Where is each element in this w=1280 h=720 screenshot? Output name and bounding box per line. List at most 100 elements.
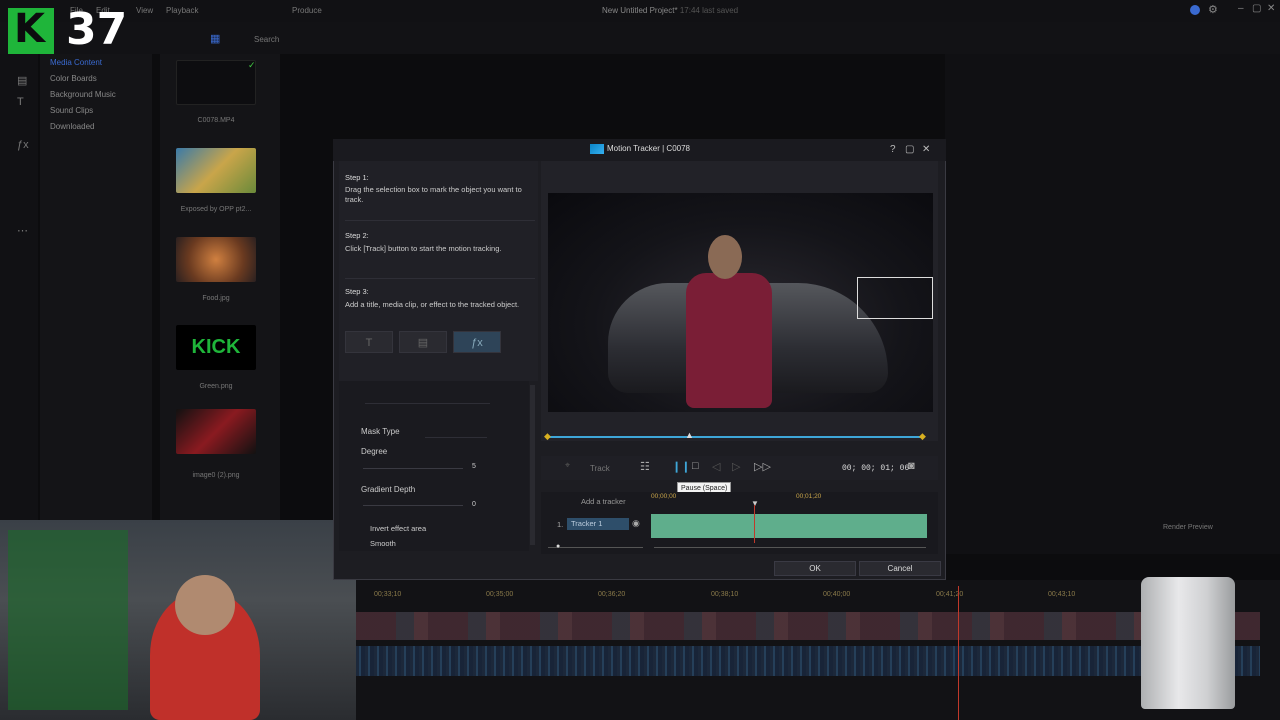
- media-thumb-exposed[interactable]: [176, 148, 256, 193]
- webcam-overlay: [0, 520, 356, 720]
- app-logo-icon: [590, 144, 604, 154]
- tracker-index: 1.: [557, 520, 564, 529]
- library-media-content[interactable]: Media Content: [50, 58, 102, 67]
- library-color-boards[interactable]: Color Boards: [50, 74, 97, 83]
- mark-out-handle[interactable]: ◆: [919, 431, 926, 442]
- pause-button[interactable]: ❙❙: [672, 460, 690, 473]
- zoom-slider[interactable]: [548, 547, 643, 548]
- snapshot-icon[interactable]: ◙: [908, 460, 915, 472]
- grid-view-icon[interactable]: ▦: [210, 32, 220, 45]
- effect-properties: [339, 381, 529, 551]
- timeline-mark: 00;38;10: [711, 591, 739, 598]
- media-label-exposed: Exposed by OPP pt2...: [180, 206, 252, 213]
- ruler-start: 00;00;00: [651, 493, 677, 500]
- timecode-display: 00; 00; 01; 06: [842, 464, 910, 473]
- menu-produce[interactable]: Produce: [292, 6, 322, 15]
- person-head: [708, 235, 742, 279]
- search-label[interactable]: Search: [254, 35, 279, 44]
- mask-type-dropdown[interactable]: [425, 427, 487, 438]
- timeline-mark: 00;35;00: [486, 591, 514, 598]
- degree-slider[interactable]: [363, 468, 463, 469]
- track-button[interactable]: Track: [590, 464, 610, 473]
- degree-label: Degree: [361, 447, 388, 456]
- zoom-slider-handle[interactable]: ●: [556, 543, 560, 550]
- media-thumb-green[interactable]: KICK: [176, 325, 256, 370]
- step3-title: Step 3:: [345, 287, 369, 296]
- tracker-name[interactable]: Tracker 1: [567, 518, 629, 530]
- library-sound-clips[interactable]: Sound Clips: [50, 106, 93, 115]
- close-icon[interactable]: ✕: [1267, 3, 1275, 14]
- library-background-music[interactable]: Background Music: [50, 90, 116, 99]
- cancel-button[interactable]: Cancel: [859, 561, 941, 576]
- effect-dropdown[interactable]: [365, 392, 490, 404]
- maximize-icon[interactable]: ▢: [1252, 3, 1261, 14]
- room-sidebar: ▤ T ƒx ⋯: [0, 54, 38, 520]
- ruler-mid: 00;01;20: [796, 493, 822, 500]
- tracker-settings-icon[interactable]: ☷: [640, 460, 650, 473]
- settings-icon[interactable]: ⚙: [1208, 3, 1218, 16]
- timeline-playhead[interactable]: [958, 586, 959, 720]
- add-tracker-button[interactable]: Add a tracker: [581, 497, 626, 506]
- position-marker[interactable]: ▲: [685, 430, 694, 440]
- gradient-depth-slider[interactable]: [363, 505, 463, 506]
- media-label-c0078: C0078.MP4: [197, 117, 235, 124]
- menu-playback[interactable]: Playback: [166, 6, 198, 15]
- properties-scrollbar[interactable]: [530, 385, 535, 545]
- previous-frame-button[interactable]: ◁: [712, 460, 720, 473]
- ok-button[interactable]: OK: [774, 561, 856, 576]
- help-icon[interactable]: ?: [890, 144, 896, 155]
- library-downloaded[interactable]: Downloaded: [50, 122, 94, 131]
- add-title-button[interactable]: T: [345, 331, 393, 353]
- stop-button[interactable]: □: [692, 460, 699, 472]
- timeline-mark: 00;36;20: [598, 591, 626, 598]
- render-preview-label[interactable]: Render Preview: [1163, 524, 1213, 531]
- glass-overlay: [1141, 577, 1235, 709]
- video-track[interactable]: [356, 612, 1260, 640]
- media-label-food: Food.jpg: [202, 295, 230, 302]
- step2-text: Click [Track] button to start the motion…: [345, 244, 502, 253]
- timeline-mark: 00;33;10: [374, 591, 402, 598]
- media-thumb-image0[interactable]: [176, 409, 256, 454]
- tracker-scrollbar[interactable]: [654, 547, 926, 548]
- step3-text: Add a title, media clip, or effect to th…: [345, 300, 520, 309]
- tracker-clip[interactable]: [651, 514, 927, 538]
- mark-in-handle[interactable]: ◆: [544, 431, 551, 442]
- shelf-image: [8, 530, 128, 710]
- dialog-close-icon[interactable]: ✕: [922, 144, 930, 155]
- check-icon: ✓: [248, 60, 256, 70]
- gradient-depth-value: 0: [472, 501, 476, 508]
- timeline-mark: 00;41;20: [936, 591, 964, 598]
- next-frame-button[interactable]: ▷: [732, 460, 740, 473]
- media-thumb-c0078[interactable]: [176, 60, 256, 105]
- smooth-checkbox[interactable]: Smooth: [370, 539, 396, 548]
- step1-text: Drag the selection box to mark the objec…: [345, 185, 522, 204]
- minimize-icon[interactable]: –: [1238, 3, 1244, 14]
- audio-track[interactable]: [356, 646, 1260, 676]
- media-room-icon[interactable]: ▤: [17, 74, 27, 87]
- add-media-button[interactable]: ▤: [399, 331, 447, 353]
- account-icon[interactable]: [1190, 5, 1200, 15]
- person-face: [175, 575, 235, 635]
- visibility-eye-icon[interactable]: ◉: [632, 518, 640, 529]
- menu-view[interactable]: View: [136, 6, 153, 15]
- tracking-selection-box[interactable]: [857, 277, 933, 319]
- dialog-maximize-icon[interactable]: ▢: [905, 144, 914, 155]
- degree-value: 5: [472, 463, 476, 470]
- timeline-mark: 00;43;10: [1048, 591, 1076, 598]
- media-thumb-food[interactable]: [176, 237, 256, 282]
- fast-forward-button[interactable]: ▷▷: [754, 460, 771, 473]
- trim-bar[interactable]: [548, 436, 923, 438]
- track-icon[interactable]: ⌖: [565, 460, 570, 471]
- fx-room-icon[interactable]: ƒx: [17, 139, 29, 151]
- tracker-video-preview[interactable]: [548, 193, 933, 412]
- person-body: [686, 273, 772, 408]
- more-icon[interactable]: ⋯: [17, 224, 28, 237]
- title-room-icon[interactable]: T: [17, 96, 24, 108]
- k-letter-icon: K: [14, 6, 45, 52]
- save-status: 17:44 last saved: [679, 6, 739, 15]
- preview-panel: [945, 54, 1280, 554]
- mask-type-label: Mask Type: [361, 427, 400, 436]
- add-effect-button[interactable]: ƒx: [453, 331, 501, 353]
- invert-effect-checkbox[interactable]: Invert effect area: [370, 524, 426, 533]
- project-name: New Untitled Project*: [602, 6, 678, 15]
